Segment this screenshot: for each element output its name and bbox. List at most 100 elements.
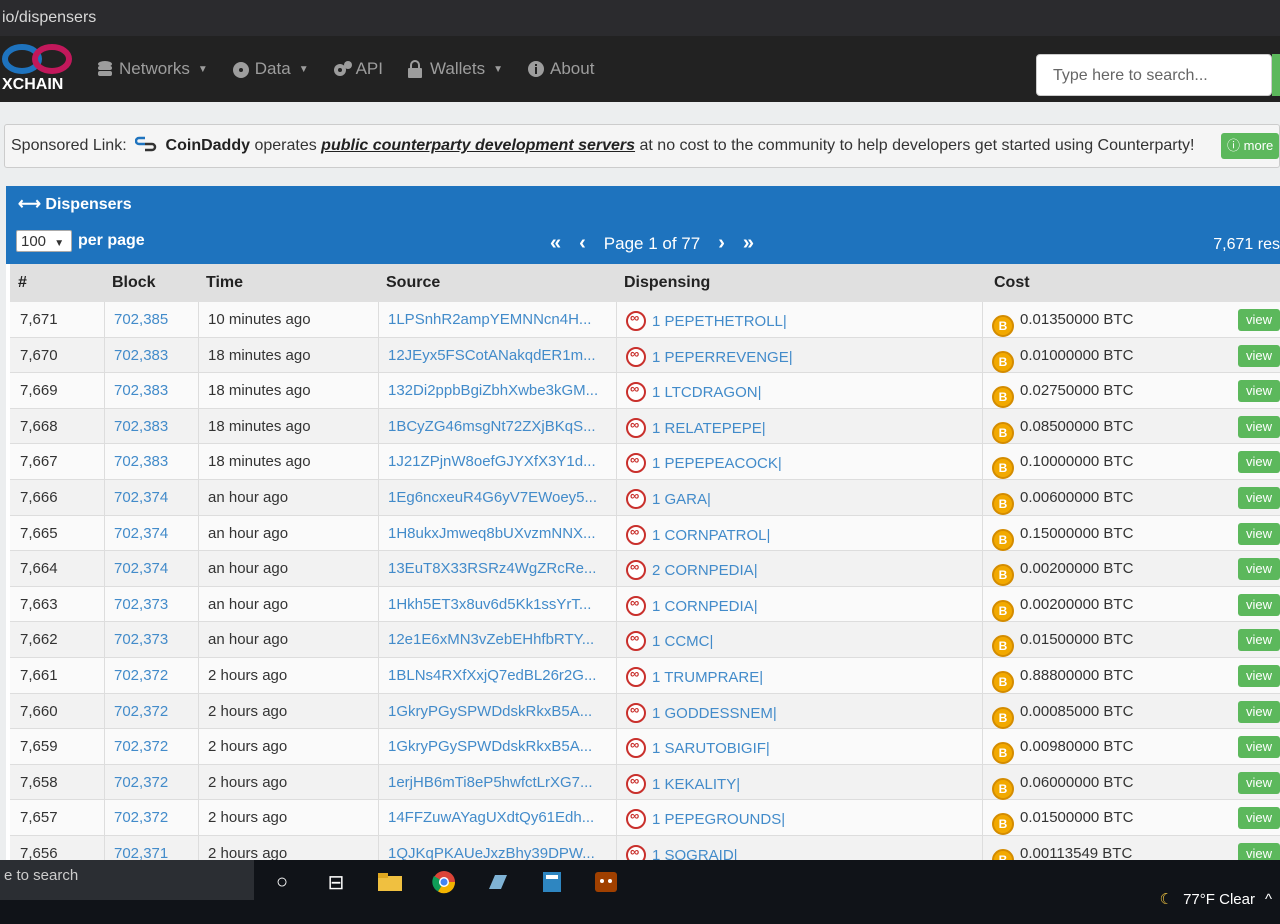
dispensing-asset[interactable]: 1 GARA| — [626, 488, 711, 509]
browser-url-bar[interactable]: io/dispensers — [0, 0, 1280, 36]
prev-page-icon[interactable]: ‹ — [579, 232, 586, 255]
per-page-select[interactable]: 100 ▼ — [16, 230, 72, 252]
view-button[interactable]: view — [1238, 558, 1280, 581]
header-block[interactable]: Block — [112, 274, 156, 292]
xchain-logo[interactable]: XCHAIN — [0, 36, 90, 102]
nav-wallets[interactable]: Wallets ▼ — [407, 59, 503, 79]
block-link[interactable]: 702,383 — [114, 347, 168, 364]
dispensing-asset[interactable]: 1 LTCDRAGON| — [626, 381, 761, 403]
view-button[interactable]: view — [1238, 415, 1280, 438]
view-button[interactable]: view — [1238, 309, 1280, 331]
header-num[interactable]: # — [18, 274, 27, 292]
taskbar-search[interactable]: e to search — [0, 860, 254, 900]
view-button[interactable]: view — [1238, 771, 1280, 794]
dispensing-asset[interactable]: 1 PEPETHETROLL| — [626, 310, 787, 331]
dispensing-asset[interactable]: 1 CCMC| — [626, 630, 713, 652]
dispensing-asset[interactable]: 1 PEPEPEACOCK| — [626, 452, 782, 474]
block-link[interactable]: 702,383 — [114, 418, 168, 435]
dispensing-asset[interactable]: 1 PEPEGROUNDS| — [626, 808, 785, 830]
source-address-link[interactable]: 12JEyx5FSCotANakqdER1m... — [388, 347, 614, 364]
dispensing-asset[interactable]: 1 CORNPEDIA| — [626, 595, 758, 616]
view-button[interactable]: view — [1238, 664, 1280, 687]
block-link[interactable]: 702,385 — [114, 311, 168, 328]
block-link[interactable]: 702,383 — [114, 382, 168, 399]
dispensing-asset[interactable]: 2 CORNPEDIA| — [626, 559, 758, 581]
header-time[interactable]: Time — [206, 274, 243, 292]
block-link[interactable]: 702,374 — [114, 525, 168, 542]
game-app-icon[interactable] — [592, 870, 620, 894]
block-link[interactable]: 702,374 — [114, 560, 168, 577]
column-divider — [198, 408, 199, 444]
task-view-icon[interactable]: ⊟ — [322, 870, 350, 894]
source-address-link[interactable]: 1H8ukxJmweq8bUXvzmNNX... — [388, 525, 614, 542]
next-page-icon[interactable]: › — [718, 232, 725, 255]
source-address-link[interactable]: 1erjHB6mTi8eP5hwfctLrXG7... — [388, 774, 614, 791]
app-icon[interactable] — [484, 870, 512, 894]
first-page-icon[interactable]: « — [550, 232, 561, 255]
source-address-link[interactable]: 132Di2ppbBgiZbhXwbe3kGM... — [388, 382, 614, 399]
source-address-link[interactable]: 14FFZuwAYagUXdtQy61Edh... — [388, 809, 614, 826]
source-address-link[interactable]: 1LPSnhR2ampYEMNNcn4H... — [388, 311, 614, 328]
block-link[interactable]: 702,372 — [114, 703, 168, 720]
view-button[interactable]: view — [1238, 807, 1280, 830]
source-address-link[interactable]: 1BCyZG46msgNt72ZXjBKqS... — [388, 418, 614, 435]
column-divider — [104, 444, 105, 479]
dispensing-asset[interactable]: 1 SARUTOBIGIF| — [626, 737, 770, 759]
source-address-link[interactable]: 1J21ZPjnW8oefGJYXfX3Y1d... — [388, 453, 614, 470]
file-explorer-icon[interactable] — [376, 870, 404, 894]
dispensing-asset[interactable]: 1 GODDESSNEM| — [626, 702, 777, 723]
block-link[interactable]: 702,372 — [114, 667, 168, 684]
view-button[interactable]: view — [1238, 593, 1280, 616]
sponsor-brand[interactable]: CoinDaddy — [166, 137, 250, 154]
cortana-icon[interactable]: ○ — [268, 870, 296, 894]
source-address-link[interactable]: 1BLNs4RXfXxjQ7edBL26r2G... — [388, 667, 614, 684]
dispensing-asset[interactable]: 1 RELATEPEPE| — [626, 417, 766, 438]
view-button[interactable]: view — [1238, 486, 1280, 509]
nav-networks[interactable]: Networks ▼ — [96, 59, 208, 79]
column-divider — [104, 657, 105, 693]
block-link[interactable]: 702,373 — [114, 596, 168, 613]
dispensing-asset[interactable]: 1 PEPERREVENGE| — [626, 346, 793, 367]
nav-data[interactable]: Data ▼ — [232, 59, 309, 79]
view-button[interactable]: view — [1238, 700, 1280, 723]
bitcoin-icon: B — [992, 777, 1014, 800]
view-button[interactable]: view — [1238, 736, 1280, 759]
weather-text[interactable]: 77°F Clear — [1183, 891, 1255, 908]
nav-about[interactable]: About — [527, 59, 594, 79]
view-button[interactable]: view — [1238, 344, 1280, 367]
source-address-link[interactable]: 1Eg6ncxeuR4G6yV7EWoey5... — [388, 489, 614, 506]
calculator-icon[interactable] — [538, 870, 566, 894]
dispensing-asset[interactable]: 1 TRUMPRARE| — [626, 666, 763, 687]
dispensing-asset[interactable]: 1 CORNPATROL| — [626, 524, 770, 545]
block-link[interactable]: 702,373 — [114, 631, 168, 648]
block-link[interactable]: 702,374 — [114, 489, 168, 506]
row-number: 7,663 — [20, 595, 58, 613]
sponsor-link[interactable]: public counterparty development servers — [321, 137, 635, 154]
source-address-link[interactable]: 1Hkh5ET3x8uv6d5Kk1ssYrT... — [388, 596, 614, 613]
source-address-link[interactable]: 1GkryPGySPWDdskRkxB5A... — [388, 738, 614, 755]
view-button[interactable]: view — [1238, 629, 1280, 652]
search-input[interactable]: Type here to search... — [1036, 54, 1272, 96]
block-link[interactable]: 702,383 — [114, 453, 168, 470]
search-button[interactable] — [1272, 54, 1280, 96]
source-address-link[interactable]: 13EuT8X33RSRz4WgZRcRe... — [388, 560, 614, 577]
header-dispensing[interactable]: Dispensing — [624, 274, 710, 292]
block-link[interactable]: 702,372 — [114, 774, 168, 791]
source-address-link[interactable]: 12e1E6xMN3vZebEHhfbRTY... — [388, 631, 614, 648]
cost-value: B 0.00980000 BTC — [992, 738, 1133, 765]
chrome-icon[interactable] — [430, 870, 458, 894]
block-link[interactable]: 702,372 — [114, 738, 168, 755]
view-button[interactable]: view — [1238, 522, 1280, 545]
panel-header: ⟷ Dispensers 100 ▼ per page « ‹ Page 1 o… — [6, 186, 1280, 264]
view-button[interactable]: view — [1238, 380, 1280, 403]
header-source[interactable]: Source — [386, 274, 440, 292]
view-button[interactable]: view — [1238, 451, 1280, 474]
chevron-up-icon[interactable]: ^ — [1265, 891, 1272, 908]
block-link[interactable]: 702,372 — [114, 809, 168, 826]
source-address-link[interactable]: 1GkryPGySPWDdskRkxB5A... — [388, 703, 614, 720]
more-button[interactable]: ⓘ more — [1221, 133, 1279, 159]
header-cost[interactable]: Cost — [994, 274, 1030, 292]
nav-api[interactable]: API — [333, 59, 383, 79]
last-page-icon[interactable]: » — [743, 232, 754, 255]
dispensing-asset[interactable]: 1 KEKALITY| — [626, 773, 740, 794]
